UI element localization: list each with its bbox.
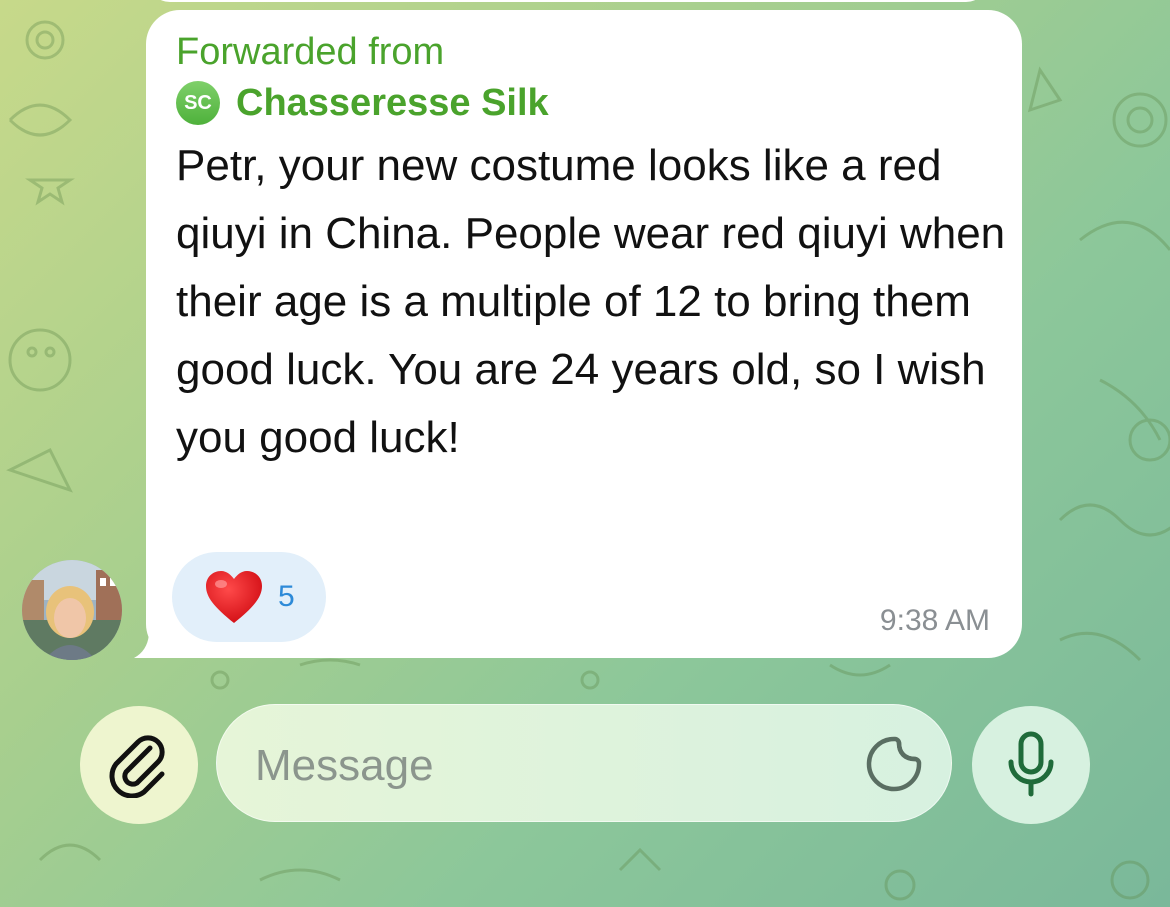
forwarded-label: Forwarded from bbox=[176, 31, 445, 73]
previous-message-bubble bbox=[148, 0, 988, 2]
microphone-icon bbox=[1008, 731, 1054, 797]
message-input[interactable]: Message bbox=[216, 704, 952, 822]
sender-avatar[interactable] bbox=[22, 560, 122, 660]
attach-button[interactable] bbox=[80, 706, 198, 824]
microphone-button[interactable] bbox=[972, 706, 1090, 824]
sender-photo bbox=[22, 560, 122, 660]
sticker-icon[interactable] bbox=[865, 735, 923, 793]
heart-icon bbox=[206, 571, 262, 623]
forwarded-source-name[interactable]: Chasseresse Silk bbox=[236, 82, 549, 125]
reaction-chip[interactable]: 5 bbox=[172, 552, 326, 642]
message-time: 9:38 AM bbox=[879, 604, 990, 637]
message-text: Petr, your new costume looks like a red … bbox=[176, 141, 1006, 462]
message-input-placeholder: Message bbox=[255, 741, 434, 790]
forwarded-source[interactable]: SC Chasseresse Silk bbox=[176, 80, 549, 126]
paperclip-icon bbox=[109, 735, 165, 798]
forwarded-source-avatar: SC bbox=[176, 81, 220, 125]
reaction-count: 5 bbox=[278, 580, 295, 613]
